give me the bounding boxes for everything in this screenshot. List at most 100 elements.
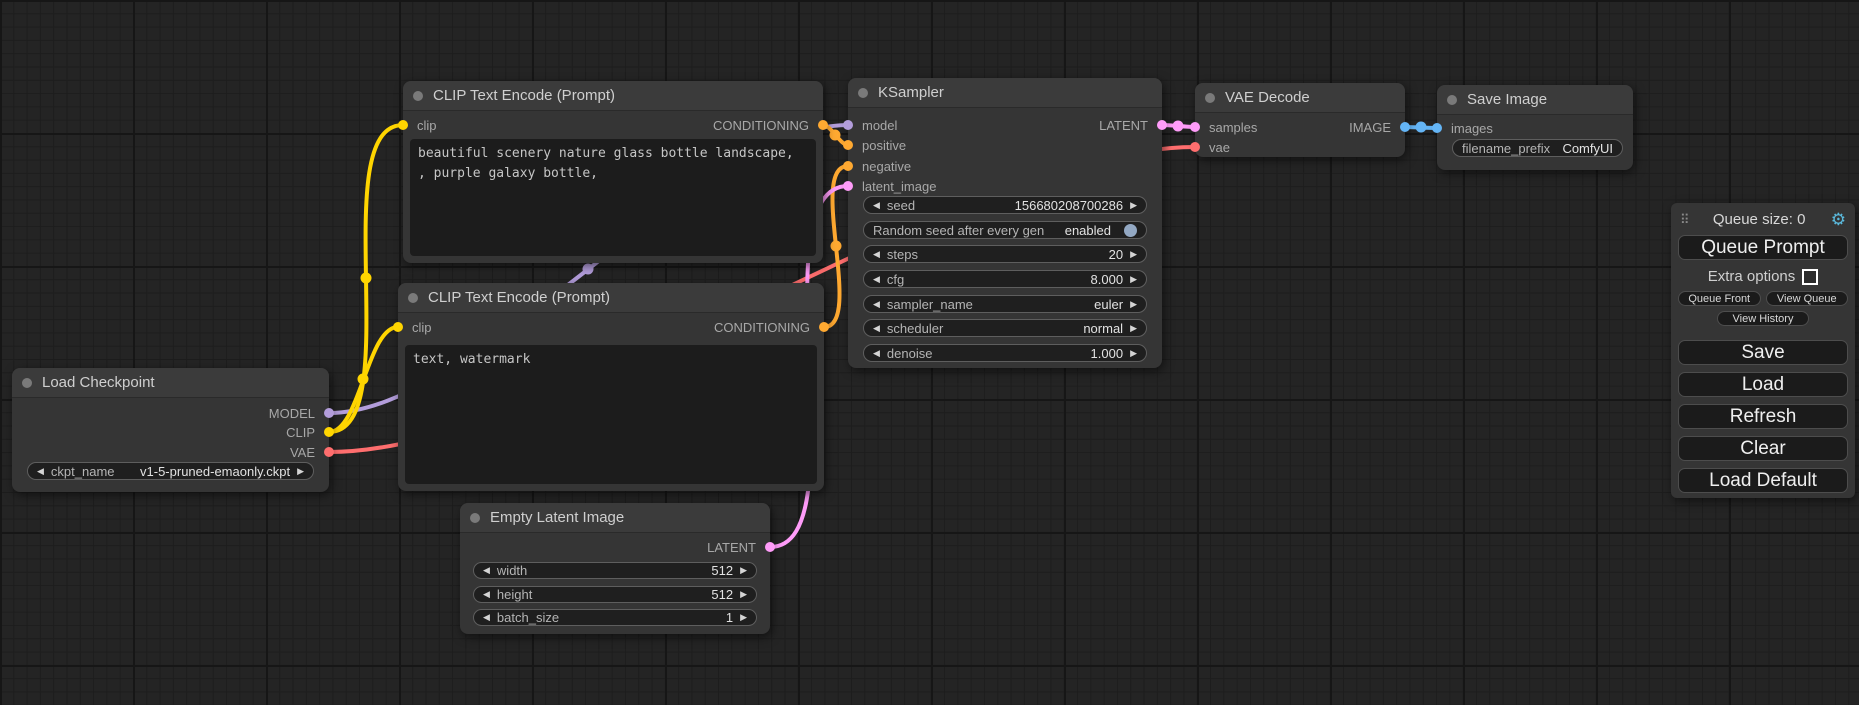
view-history-button[interactable]: View History <box>1717 311 1809 326</box>
port-dot[interactable] <box>843 120 853 130</box>
output-port-conditioning[interactable]: CONDITIONING <box>713 118 828 132</box>
node-title-bar[interactable]: VAE Decode <box>1195 83 1405 113</box>
port-dot[interactable] <box>819 322 829 332</box>
view-queue-button[interactable]: View Queue <box>1766 291 1849 306</box>
decrement-arrow-icon[interactable]: ◀ <box>873 300 880 309</box>
output-port-latent[interactable]: LATENT <box>707 540 775 554</box>
save-button[interactable]: Save <box>1678 340 1848 365</box>
node-empty-latent-image[interactable]: Empty Latent Image LATENT ◀ width 512 ▶ … <box>460 503 770 634</box>
node-title-bar[interactable]: KSampler <box>848 78 1162 108</box>
height-widget[interactable]: ◀ height 512 ▶ <box>473 586 757 603</box>
port-dot[interactable] <box>843 140 853 150</box>
refresh-button[interactable]: Refresh <box>1678 404 1848 429</box>
increment-arrow-icon[interactable]: ▶ <box>1130 349 1137 358</box>
node-title-bar[interactable]: Save Image <box>1437 85 1633 115</box>
increment-arrow-icon[interactable]: ▶ <box>740 590 747 599</box>
increment-arrow-icon[interactable]: ▶ <box>1130 201 1137 210</box>
increment-arrow-icon[interactable]: ▶ <box>1130 275 1137 284</box>
queue-front-button[interactable]: Queue Front <box>1678 291 1761 306</box>
port-dot[interactable] <box>324 447 334 457</box>
collapse-dot[interactable] <box>858 88 868 98</box>
decrement-arrow-icon[interactable]: ◀ <box>483 590 490 599</box>
cfg-widget[interactable]: ◀ cfg 8.000 ▶ <box>863 270 1147 288</box>
input-port-images[interactable]: images <box>1432 121 1493 135</box>
node-title-bar[interactable]: Empty Latent Image <box>460 503 770 533</box>
decrement-arrow-icon[interactable]: ◀ <box>873 275 880 284</box>
steps-widget[interactable]: ◀ steps 20 ▶ <box>863 245 1147 263</box>
output-port-clip[interactable]: CLIP <box>286 425 334 439</box>
extra-options-checkbox[interactable] <box>1802 269 1818 285</box>
node-save-image[interactable]: Save Image images filename_prefix ComfyU… <box>1437 85 1633 170</box>
increment-arrow-icon[interactable]: ▶ <box>740 566 747 575</box>
node-clip-text-encode-negative[interactable]: CLIP Text Encode (Prompt) clip CONDITION… <box>398 283 824 491</box>
node-clip-text-encode-positive[interactable]: CLIP Text Encode (Prompt) clip CONDITION… <box>403 81 823 263</box>
node-title-bar[interactable]: CLIP Text Encode (Prompt) <box>398 283 824 313</box>
decrement-arrow-icon[interactable]: ◀ <box>873 349 880 358</box>
port-dot[interactable] <box>1190 142 1200 152</box>
input-port-clip[interactable]: clip <box>393 320 432 334</box>
seed-widget[interactable]: ◀ seed 156680208700286 ▶ <box>863 196 1147 214</box>
collapse-dot[interactable] <box>1447 95 1457 105</box>
scheduler-widget[interactable]: ◀ scheduler normal ▶ <box>863 319 1147 337</box>
port-dot[interactable] <box>818 120 828 130</box>
port-dot[interactable] <box>1432 123 1442 133</box>
port-dot[interactable] <box>1190 122 1200 132</box>
input-port-latent-image[interactable]: latent_image <box>843 179 936 193</box>
input-port-negative[interactable]: negative <box>843 159 911 173</box>
port-dot[interactable] <box>324 427 334 437</box>
filename-prefix-widget[interactable]: filename_prefix ComfyUI <box>1452 139 1623 157</box>
node-title-bar[interactable]: Load Checkpoint <box>12 368 329 398</box>
batch-size-widget[interactable]: ◀ batch_size 1 ▶ <box>473 609 757 626</box>
node-load-checkpoint[interactable]: Load Checkpoint MODEL CLIP VAE ◀ ckpt_na… <box>12 368 329 492</box>
increment-arrow-icon[interactable]: ▶ <box>297 467 304 476</box>
comfyui-canvas[interactable]: { "colors":{ "model":"#B39DDB","clip":"#… <box>0 0 1859 705</box>
port-dot[interactable] <box>393 322 403 332</box>
decrement-arrow-icon[interactable]: ◀ <box>873 250 880 259</box>
gear-icon[interactable]: ⚙ <box>1831 211 1846 228</box>
decrement-arrow-icon[interactable]: ◀ <box>873 201 880 210</box>
input-port-model[interactable]: model <box>843 118 897 132</box>
port-dot[interactable] <box>324 408 334 418</box>
prompt-textarea[interactable]: text, watermark <box>405 345 817 484</box>
node-title-bar[interactable]: CLIP Text Encode (Prompt) <box>403 81 823 111</box>
output-port-image[interactable]: IMAGE <box>1349 120 1410 134</box>
load-default-button[interactable]: Load Default <box>1678 468 1848 493</box>
width-widget[interactable]: ◀ width 512 ▶ <box>473 562 757 579</box>
port-dot[interactable] <box>843 161 853 171</box>
port-dot[interactable] <box>1157 120 1167 130</box>
drag-handle-icon[interactable]: ⠿ <box>1680 212 1688 228</box>
input-port-vae[interactable]: vae <box>1190 140 1230 154</box>
port-dot[interactable] <box>843 181 853 191</box>
input-port-clip[interactable]: clip <box>398 118 437 132</box>
port-dot[interactable] <box>398 120 408 130</box>
port-dot[interactable] <box>765 542 775 552</box>
denoise-widget[interactable]: ◀ denoise 1.000 ▶ <box>863 344 1147 362</box>
prompt-textarea[interactable]: beautiful scenery nature glass bottle la… <box>410 139 816 256</box>
collapse-dot[interactable] <box>413 91 423 101</box>
ckpt-name-widget[interactable]: ◀ ckpt_name v1-5-pruned-emaonly.ckpt ▶ <box>27 462 314 480</box>
collapse-dot[interactable] <box>1205 93 1215 103</box>
input-port-positive[interactable]: positive <box>843 138 906 152</box>
queue-prompt-button[interactable]: Queue Prompt <box>1678 235 1848 260</box>
collapse-dot[interactable] <box>408 293 418 303</box>
node-ksampler[interactable]: KSampler model positive negative latent_… <box>848 78 1162 368</box>
sampler-name-widget[interactable]: ◀ sampler_name euler ▶ <box>863 295 1147 313</box>
decrement-arrow-icon[interactable]: ◀ <box>483 566 490 575</box>
toggle-indicator[interactable] <box>1124 224 1137 237</box>
decrement-arrow-icon[interactable]: ◀ <box>37 467 44 476</box>
output-port-latent[interactable]: LATENT <box>1099 118 1167 132</box>
increment-arrow-icon[interactable]: ▶ <box>1130 324 1137 333</box>
increment-arrow-icon[interactable]: ▶ <box>1130 300 1137 309</box>
increment-arrow-icon[interactable]: ▶ <box>740 613 747 622</box>
clear-button[interactable]: Clear <box>1678 436 1848 461</box>
output-port-conditioning[interactable]: CONDITIONING <box>714 320 829 334</box>
decrement-arrow-icon[interactable]: ◀ <box>483 613 490 622</box>
random-seed-widget[interactable]: Random seed after every gen enabled <box>863 221 1147 239</box>
output-port-vae[interactable]: VAE <box>290 445 334 459</box>
collapse-dot[interactable] <box>22 378 32 388</box>
input-port-samples[interactable]: samples <box>1190 120 1257 134</box>
increment-arrow-icon[interactable]: ▶ <box>1130 250 1137 259</box>
port-dot[interactable] <box>1400 122 1410 132</box>
load-button[interactable]: Load <box>1678 372 1848 397</box>
output-port-model[interactable]: MODEL <box>269 406 334 420</box>
